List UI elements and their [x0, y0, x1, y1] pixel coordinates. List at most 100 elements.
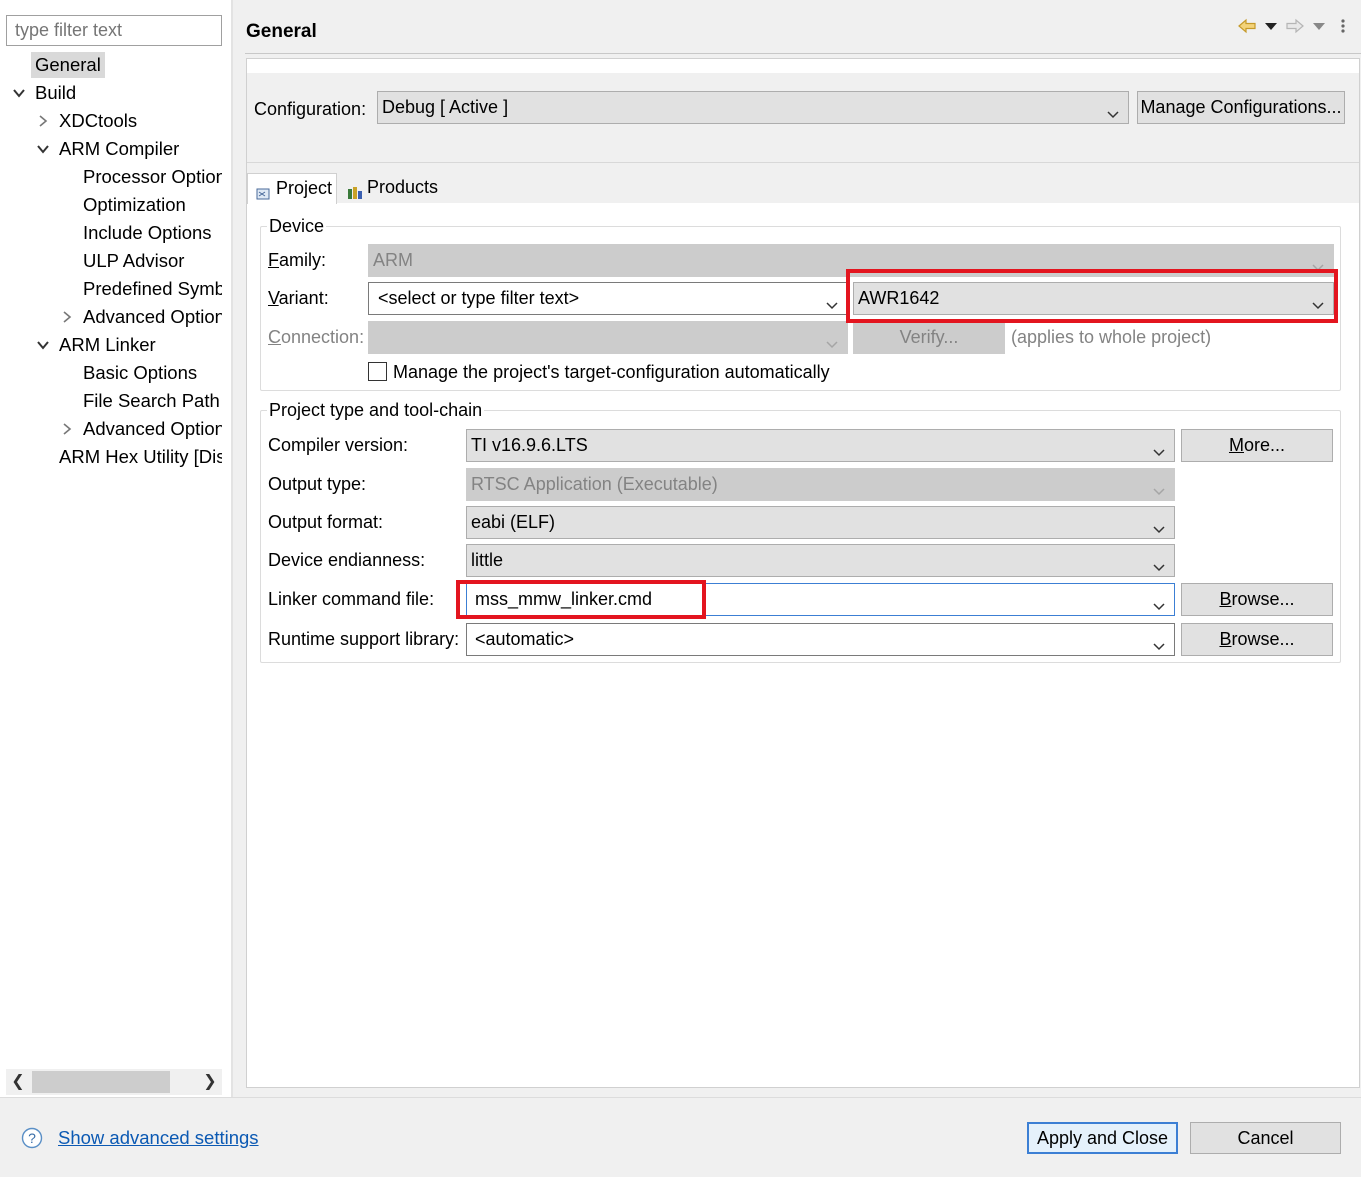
tree-item[interactable]: Basic Options — [0, 360, 222, 386]
tree-item[interactable]: Processor Option — [0, 164, 222, 190]
tree-item[interactable]: Include Options — [0, 220, 222, 246]
device-group-label: Device — [269, 216, 325, 236]
chevron-right-icon[interactable] — [60, 310, 74, 324]
title-separator — [245, 53, 1361, 54]
preferences-tree-pane: General Build XDCtools ARM Compiler Processo… — [0, 0, 232, 1097]
back-arrow-icon[interactable] — [1238, 18, 1256, 34]
help-icon[interactable]: ? — [21, 1127, 43, 1149]
tree-item-label: Include Options — [83, 222, 212, 243]
output-format-label: Output format: — [268, 512, 384, 532]
chevron-down-icon — [1106, 100, 1120, 119]
tree-item-label: ARM Hex Utility [Dis — [59, 446, 222, 467]
verify-button[interactable]: Verify... — [853, 321, 1005, 354]
view-menu-icon[interactable] — [1341, 19, 1345, 33]
scrollbar-thumb[interactable] — [32, 1071, 170, 1093]
tree-item[interactable]: Advanced Option — [0, 416, 222, 442]
svg-text:?: ? — [28, 1130, 36, 1146]
page-navigation — [1233, 14, 1361, 38]
tree-item[interactable]: ARM Hex Utility [Dis — [0, 444, 222, 470]
output-type-select[interactable]: RTSC Application (Executable) — [466, 468, 1175, 501]
variant-select[interactable]: AWR1642 — [853, 282, 1334, 315]
runtime-browse-button[interactable]: Browse... — [1181, 623, 1333, 656]
runtime-library-combo[interactable]: <automatic> — [466, 623, 1175, 656]
tree-item[interactable]: XDCtools — [0, 108, 222, 134]
scroll-left-arrow-icon[interactable]: ❮ — [6, 1069, 30, 1095]
tree-item[interactable]: Predefined Symbo — [0, 276, 222, 302]
tree-item-label: XDCtools — [59, 110, 138, 131]
compiler-version-select[interactable]: TI v16.9.6.LTS — [466, 429, 1175, 462]
connection-select[interactable] — [368, 321, 848, 354]
chevron-down-icon — [1152, 515, 1166, 534]
endianness-select[interactable]: little — [466, 544, 1175, 577]
tree-item-label: ARM Linker — [59, 334, 156, 355]
configuration-value: Debug [ Active ] — [382, 97, 509, 117]
chevron-down-icon[interactable] — [36, 142, 50, 156]
dialog-button-bar: ? Show advanced settings Apply and Close… — [0, 1097, 1361, 1177]
connection-label: Connection: — [268, 327, 365, 347]
configuration-bar: Configuration: Debug [ Active ] Manage C… — [247, 73, 1359, 163]
tree-item-label: ARM Compiler — [59, 138, 180, 159]
chevron-down-icon[interactable] — [36, 338, 50, 352]
family-select[interactable]: ARM — [368, 244, 1334, 277]
tree-horizontal-scrollbar[interactable]: ❮ ❯ — [6, 1069, 222, 1095]
manage-target-config-checkbox[interactable] — [368, 362, 387, 381]
applies-note: (applies to whole project) — [1011, 327, 1212, 347]
scroll-right-arrow-icon[interactable]: ❯ — [198, 1069, 222, 1095]
chevron-down-icon — [1152, 592, 1166, 611]
output-type-value: RTSC Application (Executable) — [471, 474, 718, 494]
tree-item[interactable]: Advanced Option — [0, 304, 222, 330]
variant-label: Variant: — [268, 288, 329, 308]
chevron-down-icon — [1311, 291, 1325, 310]
chevron-down-icon — [825, 291, 839, 310]
manage-target-config-label: Manage the project's target-configuratio… — [393, 362, 830, 382]
properties-page: General Configuration: Debug [Active] … — [233, 0, 1361, 1097]
chevron-down-icon — [1152, 438, 1166, 457]
tree-item[interactable]: File Search Path — [0, 388, 222, 414]
tree-item-label: ULP Advisor — [83, 250, 185, 271]
family-label: Family: — [268, 250, 327, 270]
page-title: General — [246, 21, 317, 42]
tree-item[interactable]: ULP Advisor — [0, 248, 222, 274]
endianness-label: Device endianness: — [268, 550, 426, 570]
tree-item[interactable]: ARM Linker — [0, 332, 222, 358]
variant-filter-combo[interactable]: <select or type filter text> — [368, 282, 848, 315]
tree-item[interactable]: ARM Compiler — [0, 136, 222, 162]
runtime-library-value: <automatic> — [475, 629, 575, 649]
tree-item-label: General — [31, 52, 105, 78]
products-icon — [347, 180, 363, 199]
linker-browse-button[interactable]: Browse... — [1181, 583, 1333, 616]
tab-project[interactable]: Project — [247, 173, 337, 204]
chevron-right-icon[interactable] — [36, 114, 50, 128]
tree-item[interactable]: Build — [0, 80, 222, 106]
chevron-right-icon[interactable] — [60, 422, 74, 436]
tab-project-label: Project — [276, 178, 333, 198]
show-advanced-settings-link[interactable]: Show advanced settings — [58, 1127, 259, 1149]
more-button[interactable]: More... — [1181, 429, 1333, 462]
forward-arrow-icon[interactable] — [1286, 18, 1304, 34]
linker-command-file-combo[interactable]: mss_mmw_linker.cmd — [466, 583, 1175, 616]
chevron-down-icon — [825, 330, 839, 349]
manage-configurations-button[interactable]: Manage Configurations... — [1137, 91, 1345, 124]
configuration-select[interactable]: Debug [ Active ] — [377, 91, 1129, 124]
tree-item-label: Advanced Option — [83, 306, 222, 327]
chevron-down-icon[interactable] — [12, 86, 26, 100]
output-type-label: Output type: — [268, 474, 367, 494]
apply-and-close-button[interactable]: Apply and Close — [1027, 1122, 1178, 1154]
tree-item[interactable]: General — [0, 52, 222, 78]
tree-item[interactable]: Optimization — [0, 192, 222, 218]
filter-input[interactable] — [6, 15, 222, 46]
chevron-down-icon — [1152, 553, 1166, 572]
variant-value: AWR1642 — [858, 288, 940, 308]
forward-menu-chevron-icon[interactable] — [1313, 23, 1325, 30]
back-menu-chevron-icon[interactable] — [1265, 23, 1277, 30]
content-panel: Configuration: Debug [ Active ] Manage C… — [246, 58, 1360, 1088]
configuration-label: Configuration: — [254, 99, 367, 119]
output-format-select[interactable]: eabi (ELF) — [466, 506, 1175, 539]
tree-item-label: Build — [35, 82, 77, 103]
cancel-button[interactable]: Cancel — [1190, 1122, 1341, 1154]
linker-command-file-label: Linker command file: — [268, 589, 435, 609]
tab-products-label: Products — [367, 177, 439, 197]
compiler-version-value: TI v16.9.6.LTS — [471, 435, 588, 455]
variant-filter-text: <select or type filter text> — [378, 288, 580, 308]
tab-products[interactable]: Products — [339, 173, 439, 203]
